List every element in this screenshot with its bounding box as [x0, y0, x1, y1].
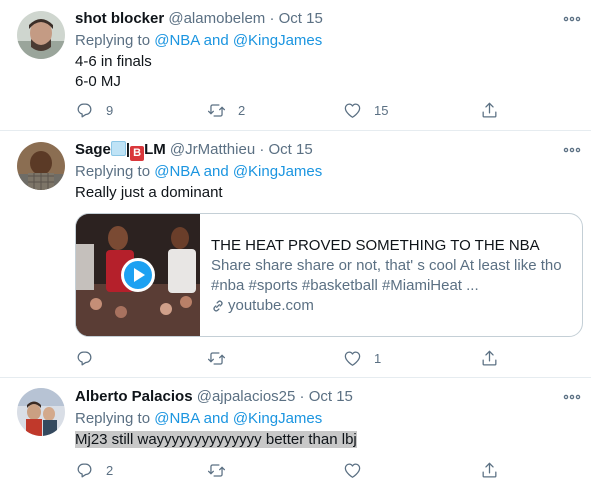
tweet-1[interactable]: shot blocker @alamobelem · Oct 15 Replyi…	[0, 0, 591, 130]
replying-to-users[interactable]: @NBA and @KingJames	[154, 32, 322, 49]
tweet-actions: 2	[75, 460, 515, 480]
display-name[interactable]: Sage | B LM	[75, 141, 166, 161]
link-preview-card[interactable]: THE HEAT PROVED SOMETHING TO THE NBA Sha…	[75, 213, 583, 337]
reply-icon	[75, 101, 94, 120]
share-icon	[480, 101, 499, 120]
selected-text: Mj23 still wayyyyyyyyyyyyyy better than …	[75, 431, 357, 448]
replying-prefix: Replying to	[75, 32, 151, 49]
avatar[interactable]	[17, 142, 65, 190]
share-button[interactable]	[480, 348, 499, 368]
reply-count: 9	[106, 102, 114, 118]
card-thumbnail	[76, 214, 200, 336]
like-button[interactable]	[343, 460, 374, 480]
replying-to-users[interactable]: @NBA and @KingJames	[154, 163, 322, 180]
user-handle[interactable]: @alamobelem	[168, 10, 265, 27]
replying-prefix: Replying to	[75, 410, 151, 427]
retweet-button[interactable]	[207, 460, 238, 480]
card-description: Share share share or not, that' s cool A…	[211, 257, 562, 294]
card-title: THE HEAT PROVED SOMETHING TO THE NBA	[211, 237, 540, 254]
more-icon[interactable]	[563, 141, 581, 159]
reply-count: 2	[106, 462, 114, 478]
tweet-2[interactable]: Sage | B LM @JrMatthieu · Oct 15 Replying t…	[0, 131, 591, 377]
tweet-actions: 1	[75, 348, 515, 368]
more-icon[interactable]	[563, 388, 581, 406]
avatar[interactable]	[17, 388, 65, 436]
tweet-time[interactable]: Oct 15	[269, 141, 313, 158]
tweet-actions: 9 2 15	[75, 100, 515, 120]
tweet-time[interactable]: Oct 15	[279, 10, 323, 27]
tweet-text-line: 4-6 in finals	[75, 53, 152, 70]
tweet-header: Sage | B LM @JrMatthieu · Oct 15	[75, 140, 313, 161]
tweet-header: shot blocker @alamobelem · Oct 15	[75, 9, 323, 29]
card-domain: youtube.com	[211, 296, 576, 316]
share-icon	[480, 461, 499, 480]
like-count: 15	[374, 102, 389, 118]
like-count: 1	[374, 350, 382, 366]
reply-icon	[75, 349, 94, 368]
user-handle[interactable]: @ajpalacios25	[197, 388, 296, 405]
ice-cube-icon	[110, 141, 126, 156]
replying-to: Replying to @NBA and @KingJames	[75, 162, 322, 182]
reply-button[interactable]	[75, 348, 106, 368]
retweet-button[interactable]: 2	[207, 100, 245, 120]
like-icon	[343, 349, 362, 368]
tweet-header: Alberto Palacios @ajpalacios25 · Oct 15	[75, 387, 353, 407]
retweet-icon	[207, 461, 226, 480]
play-icon[interactable]	[121, 258, 155, 292]
replying-to: Replying to @NBA and @KingJames	[75, 409, 322, 429]
retweet-icon	[207, 349, 226, 368]
replying-prefix: Replying to	[75, 163, 151, 180]
tweet-text: Mj23 still wayyyyyyyyyyyyyy better than …	[75, 430, 357, 450]
retweet-count: 2	[238, 102, 246, 118]
separator-dot: ·	[269, 10, 275, 27]
share-button[interactable]	[480, 460, 499, 480]
reply-button[interactable]: 2	[75, 460, 113, 480]
more-icon[interactable]	[563, 10, 581, 28]
retweet-icon	[207, 101, 226, 120]
replying-to: Replying to @NBA and @KingJames	[75, 31, 322, 51]
card-domain-text: youtube.com	[228, 297, 314, 314]
display-name[interactable]: Alberto Palacios	[75, 388, 193, 405]
separator-dot: ·	[299, 388, 305, 405]
display-name[interactable]: shot blocker	[75, 10, 164, 27]
replying-to-users[interactable]: @NBA and @KingJames	[154, 410, 322, 427]
tweet-time[interactable]: Oct 15	[309, 388, 353, 405]
card-text: THE HEAT PROVED SOMETHING TO THE NBA Sha…	[211, 236, 576, 316]
link-icon	[211, 299, 225, 313]
tweet-text: Really just a dominant	[75, 184, 223, 201]
reply-icon	[75, 461, 94, 480]
reply-button[interactable]: 9	[75, 100, 113, 120]
share-icon	[480, 349, 499, 368]
tweet-text-line: 6-0 MJ	[75, 73, 121, 90]
display-name-prefix: Sage	[75, 141, 111, 158]
like-button[interactable]: 1	[343, 348, 381, 368]
flag-b-icon: B	[130, 146, 145, 161]
share-button[interactable]	[480, 100, 499, 120]
separator-dot: ·	[259, 141, 265, 158]
avatar[interactable]	[17, 11, 65, 59]
like-button[interactable]: 15	[343, 100, 388, 120]
retweet-button[interactable]	[207, 348, 238, 368]
display-name-suffix: LM	[144, 141, 166, 158]
like-icon	[343, 101, 362, 120]
tweet-3[interactable]: Alberto Palacios @ajpalacios25 · Oct 15 …	[0, 378, 591, 490]
user-handle[interactable]: @JrMatthieu	[170, 141, 255, 158]
like-icon	[343, 461, 362, 480]
